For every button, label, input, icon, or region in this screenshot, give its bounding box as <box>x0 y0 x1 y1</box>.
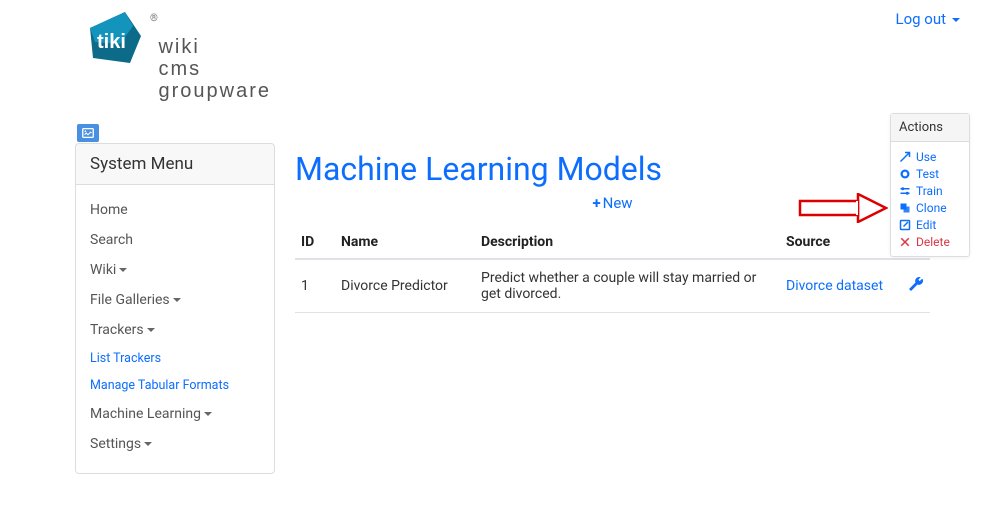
action-label: Clone <box>916 201 947 215</box>
sidebar-item-file-galleries[interactable]: File Galleries <box>76 285 274 315</box>
actions-popup: Actions Use Test Train Clone Edit Delete <box>890 113 970 257</box>
sidebar-item-label: List Trackers <box>90 351 161 366</box>
app-logo: tiki ® wiki cms groupware <box>75 8 271 102</box>
tiki-logo-icon: tiki <box>75 8 150 78</box>
system-menu-header: System Menu <box>75 143 275 185</box>
action-label: Use <box>916 150 936 164</box>
sliders-icon <box>899 185 911 197</box>
quick-admin-icon[interactable] <box>77 124 99 142</box>
wrench-icon <box>908 276 924 292</box>
sidebar-subitem-list-trackers[interactable]: List Trackers <box>76 345 274 372</box>
chevron-down-icon <box>204 412 212 416</box>
sidebar-item-label: Settings <box>90 436 141 452</box>
chevron-down-icon <box>144 442 152 446</box>
new-link-label: New <box>603 194 633 212</box>
sidebar-item-label: Machine Learning <box>90 406 201 422</box>
annotation-arrow <box>798 193 888 227</box>
col-id-header: ID <box>295 226 335 259</box>
sidebar-item-machine-learning[interactable]: Machine Learning <box>76 399 274 429</box>
logo-text-line2: cms <box>158 58 271 80</box>
col-source-header: Source <box>780 226 900 259</box>
sidebar-item-label: Manage Tabular Formats <box>90 378 229 393</box>
sidebar-item-trackers[interactable]: Trackers <box>76 315 274 345</box>
page-title: Machine Learning Models <box>295 150 930 188</box>
sidebar-item-search[interactable]: Search <box>76 225 274 255</box>
copy-icon <box>899 202 911 214</box>
logo-text-line3: groupware <box>158 80 271 102</box>
action-edit[interactable]: Edit <box>899 216 961 233</box>
chevron-down-icon <box>173 298 181 302</box>
actions-popup-header: Actions <box>891 114 969 142</box>
cell-name: Divorce Predictor <box>335 259 475 313</box>
action-label: Delete <box>916 235 950 249</box>
logo-text-line1: wiki <box>158 36 271 58</box>
cell-id: 1 <box>295 259 335 313</box>
x-icon <box>899 236 911 248</box>
col-name-header: Name <box>335 226 475 259</box>
action-use[interactable]: Use <box>899 148 961 165</box>
source-link[interactable]: Divorce dataset <box>786 278 883 294</box>
cell-source: Divorce dataset <box>780 259 900 313</box>
action-train[interactable]: Train <box>899 182 961 199</box>
action-test[interactable]: Test <box>899 165 961 182</box>
action-clone[interactable]: Clone <box>899 199 961 216</box>
sidebar-subitem-manage-tabular-formats[interactable]: Manage Tabular Formats <box>76 372 274 399</box>
logout-link[interactable]: Log out <box>895 10 960 28</box>
edit-icon <box>899 219 911 231</box>
models-table: ID Name Description Source 1 Divorce Pre… <box>295 226 930 313</box>
action-label: Test <box>916 167 939 181</box>
chevron-down-icon <box>147 328 155 332</box>
sidebar-item-label: Home <box>90 202 128 218</box>
table-row: 1 Divorce Predictor Predict whether a co… <box>295 259 930 313</box>
sidebar-item-label: Search <box>90 232 133 248</box>
sidebar-item-label: Wiki <box>90 262 116 278</box>
cell-description: Predict whether a couple will stay marri… <box>475 259 780 313</box>
plus-icon: + <box>592 194 600 212</box>
gauge-icon <box>899 168 911 180</box>
row-actions-button[interactable] <box>908 280 924 296</box>
sidebar-item-home[interactable]: Home <box>76 195 274 225</box>
action-label: Train <box>916 184 943 198</box>
sidebar-item-wiki[interactable]: Wiki <box>76 255 274 285</box>
new-model-link[interactable]: +New <box>592 194 632 212</box>
svg-text:tiki: tiki <box>97 31 126 53</box>
system-menu-body: Home Search Wiki File Galleries Trackers… <box>75 185 275 474</box>
chevron-down-icon <box>119 268 127 272</box>
action-label: Edit <box>916 218 936 232</box>
sidebar-item-settings[interactable]: Settings <box>76 429 274 459</box>
sidebar-item-label: Trackers <box>90 322 144 338</box>
action-delete[interactable]: Delete <box>899 233 961 250</box>
share-icon <box>899 151 911 163</box>
col-description-header: Description <box>475 226 780 259</box>
sidebar-item-label: File Galleries <box>90 292 170 308</box>
